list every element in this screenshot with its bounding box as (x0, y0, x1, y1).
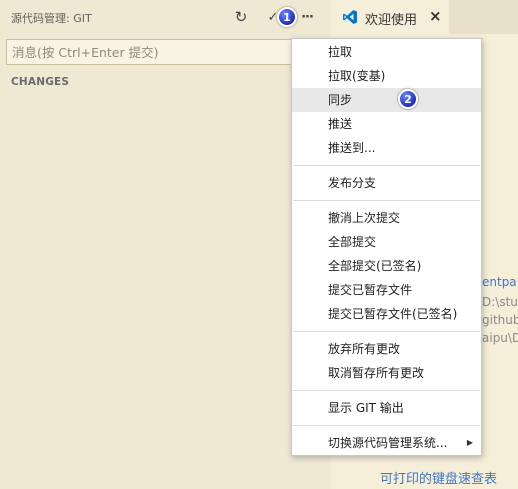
menu-separator (293, 390, 480, 391)
commit-message-input[interactable] (6, 39, 324, 65)
more-actions-icon[interactable]: ··· (298, 8, 316, 26)
submenu-arrow-icon: ▶ (466, 438, 473, 447)
menu-item-undo-last-commit[interactable]: 撤消上次提交 (292, 206, 481, 230)
menu-item-discard-all[interactable]: 放弃所有更改 (292, 337, 481, 361)
menu-item-commit-all-signed[interactable]: 全部提交(已签名) (292, 254, 481, 278)
menu-separator (293, 425, 480, 426)
menu-item-commit-staged[interactable]: 提交已暂存文件 (292, 278, 481, 302)
menu-item-switch-scm-provider[interactable]: 切换源代码管理系统... ▶ (292, 431, 481, 455)
tab-strip-background (449, 0, 518, 34)
recent-project-path: github (482, 313, 518, 327)
menu-item-label: 切换源代码管理系统... (328, 436, 448, 450)
menu-item-show-git-output[interactable]: 显示 GIT 输出 (292, 396, 481, 420)
menu-separator (293, 331, 480, 332)
changes-section-header[interactable]: CHANGES (11, 76, 69, 88)
keyboard-cheatsheet-link[interactable]: 可打印的键盘速查表 (380, 468, 497, 487)
vscode-logo-icon (342, 9, 358, 28)
menu-item-unstage-all[interactable]: 取消暂存所有更改 (292, 361, 481, 385)
menu-separator (293, 200, 480, 201)
close-icon[interactable]: × (429, 7, 442, 25)
source-control-panel: 源代码管理: GIT ↻ ✓ ··· CHANGES (0, 0, 331, 489)
menu-item-publish-branch[interactable]: 发布分支 (292, 171, 481, 195)
menu-item-commit-all[interactable]: 全部提交 (292, 230, 481, 254)
recent-project-name[interactable]: entpa (482, 275, 517, 289)
vscode-window: 源代码管理: GIT ↻ ✓ ··· CHANGES 欢迎使用 × entpa … (0, 0, 518, 489)
tab-label: 欢迎使用 (365, 13, 418, 28)
recent-project-path: D:\stuc (482, 295, 518, 309)
step-badge-1: 1 (277, 7, 297, 27)
menu-separator (293, 165, 480, 166)
scm-title: 源代码管理: GIT (11, 12, 92, 25)
step-badge-2: 2 (398, 89, 418, 109)
menu-item-pull[interactable]: 拉取 (292, 40, 481, 64)
menu-item-sync[interactable]: 同步 (292, 88, 481, 112)
refresh-icon[interactable]: ↻ (232, 8, 250, 26)
tab-welcome[interactable]: 欢迎使用 × (331, 0, 449, 34)
git-context-menu: 拉取 拉取(变基) 同步 推送 推送到... 发布分支 撤消上次提交 全部提交 … (291, 38, 482, 456)
menu-item-push-to[interactable]: 推送到... (292, 136, 481, 160)
recent-project-path: aipu\D (482, 331, 518, 345)
menu-item-commit-staged-signed[interactable]: 提交已暂存文件(已签名) (292, 302, 481, 326)
menu-item-push[interactable]: 推送 (292, 112, 481, 136)
menu-item-pull-rebase[interactable]: 拉取(变基) (292, 64, 481, 88)
